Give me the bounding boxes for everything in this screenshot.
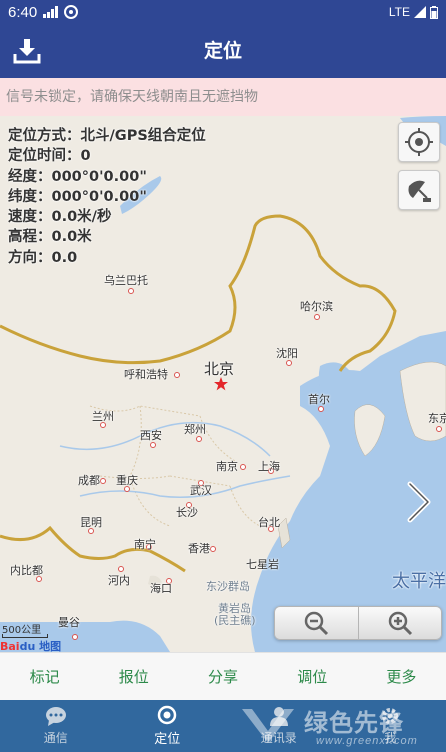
signal-icon — [43, 6, 59, 18]
nav-item-location[interactable]: 定位 — [112, 700, 224, 752]
cell-signal-icon — [414, 6, 426, 18]
city-label: 武汉 — [190, 484, 212, 497]
city-label: 首尔 — [308, 393, 330, 406]
map-label: 东沙群岛 — [206, 580, 250, 593]
city-label: 上海 — [258, 460, 280, 473]
yangtze-river — [79, 475, 291, 498]
city-label: 海口 — [150, 582, 172, 595]
city-label: 台北 — [258, 516, 280, 529]
city-label: 郑州 — [184, 423, 206, 436]
city-label: 呼和浩特 — [124, 368, 168, 381]
positioning-time: 定位时间：0 — [8, 148, 91, 165]
city-dot — [210, 546, 216, 552]
city-label: 曼谷 — [58, 616, 80, 629]
nav-item-messages[interactable]: 通信 — [0, 700, 112, 752]
adjust-position-button[interactable]: 调位 — [268, 653, 357, 700]
share-button[interactable]: 分享 — [178, 653, 267, 700]
city-label: 东京 — [428, 412, 446, 425]
yellow-river — [59, 421, 271, 457]
speed-value: 速度：0.0米/秒 — [8, 209, 112, 226]
latitude-value: 纬度：000°0'0.00" — [8, 188, 147, 205]
city-label: 七星岩 — [246, 558, 279, 571]
satellite-dish-icon — [408, 180, 431, 202]
city-label: 沈阳 — [276, 347, 298, 360]
nav-label: 通信 — [43, 731, 68, 745]
signal-warning: 信号未锁定，请确保天线朝南且无遮挡物 — [0, 78, 446, 116]
zoom-in-button[interactable] — [357, 607, 441, 639]
map-label: (民主礁) — [214, 614, 256, 627]
app-header: 定位 — [0, 24, 446, 78]
city-dot — [72, 634, 78, 640]
location-target-icon — [158, 705, 177, 725]
zoom-controls — [274, 606, 442, 640]
action-bar: 标记 报位 分享 调位 更多 — [0, 652, 446, 700]
direction-value: 方向：0.0 — [8, 249, 78, 266]
watermark-url: www.greenxf.com — [316, 735, 418, 747]
ocean-label: 太平洋 — [392, 571, 446, 592]
chevron-right-icon[interactable] — [402, 478, 434, 526]
report-position-button[interactable]: 报位 — [89, 653, 178, 700]
city-dot — [436, 426, 442, 432]
longitude-value: 经度：000°0'0.00" — [8, 168, 147, 185]
zoom-out-icon — [305, 611, 329, 636]
target-icon — [405, 128, 433, 156]
sync-icon — [64, 5, 79, 19]
city-label-capital: 北京 — [204, 360, 235, 378]
city-label: 昆明 — [80, 516, 102, 529]
city-label: 成都 — [78, 474, 100, 487]
network-label: LTE — [388, 5, 410, 19]
city-label: 哈尔滨 — [300, 300, 333, 313]
city-label: 重庆 — [116, 474, 138, 487]
city-label: 乌兰巴托 — [104, 274, 148, 287]
more-button[interactable]: 更多 — [357, 653, 446, 700]
city-label: 长沙 — [176, 506, 198, 519]
watermark-logo-icon — [242, 709, 294, 743]
watermark-text: 绿色先锋 — [304, 709, 404, 737]
current-location-star-icon — [214, 377, 228, 391]
city-label: 兰州 — [92, 410, 114, 423]
status-bar: 6:40 LTE — [0, 0, 446, 24]
satellite-button[interactable] — [398, 170, 440, 210]
city-dot — [314, 314, 320, 320]
altitude-value: 高程：0.0米 — [8, 229, 92, 246]
battery-icon — [430, 5, 438, 19]
locate-button[interactable] — [398, 122, 440, 162]
city-dot — [128, 288, 134, 294]
positioning-mode: 定位方式：北斗/GPS组合定位 — [8, 128, 206, 144]
zoom-in-icon — [388, 611, 412, 636]
zoom-out-button[interactable] — [275, 607, 358, 639]
city-label: 西安 — [140, 429, 162, 442]
nav-label: 定位 — [154, 732, 181, 747]
city-label: 香港 — [188, 542, 210, 555]
city-dot — [174, 372, 180, 378]
city-label: 南宁 — [134, 538, 156, 551]
city-dot — [240, 464, 246, 470]
page-title: 定位 — [203, 40, 242, 62]
city-dot — [100, 478, 106, 484]
chat-bubble-icon — [45, 707, 66, 726]
watermark: 绿色先锋 www.greenxf.com — [238, 703, 446, 751]
city-label: 内比都 — [10, 564, 43, 577]
status-time: 6:40 — [8, 3, 38, 21]
mark-button[interactable]: 标记 — [0, 653, 89, 700]
app-screen: 6:40 LTE 定位 信号未锁定，请确保天线朝南且无遮挡物 乌兰巴托 哈尔滨 … — [0, 0, 446, 752]
location-info-panel: 定位方式：北斗/GPS组合定位 定位时间：0 经度：000°0'0.00" 纬度… — [8, 126, 206, 268]
city-label: 南京 — [216, 460, 238, 473]
city-label: 河内 — [108, 574, 130, 587]
